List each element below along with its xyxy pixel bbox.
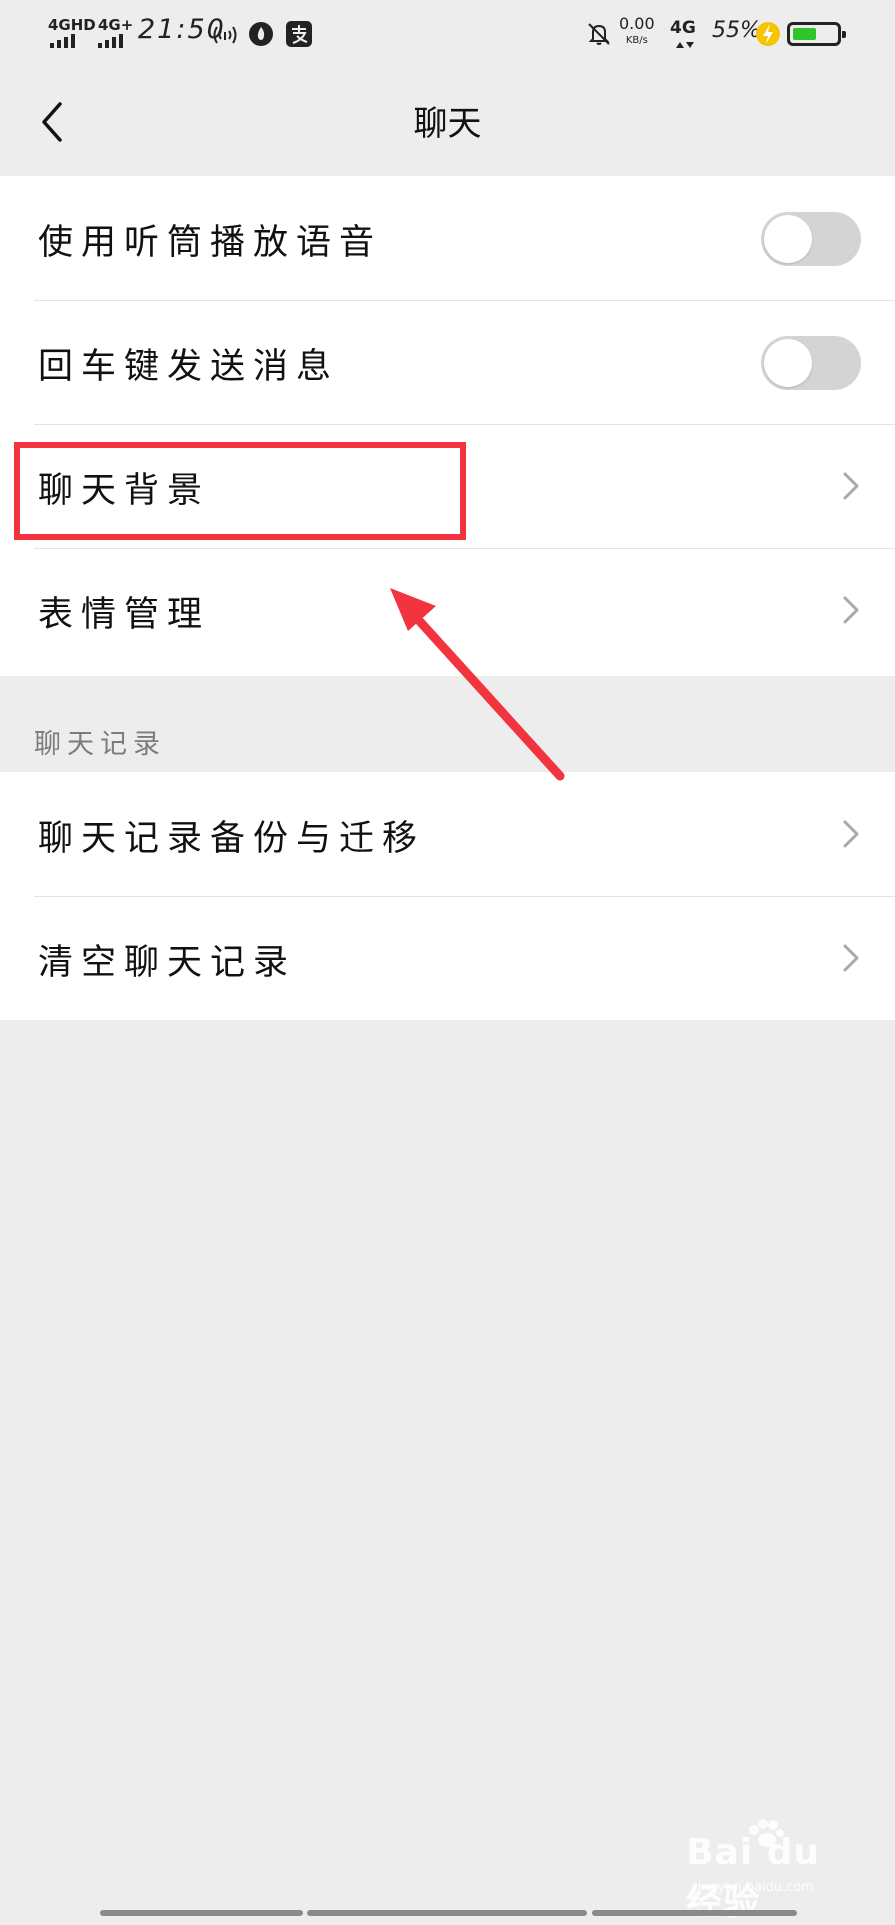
chevron-right-icon — [843, 944, 859, 972]
setting-row-chat-background[interactable]: 聊天背景 — [0, 424, 895, 548]
settings-group: 使用听筒播放语音 回车键发送消息 聊天背景 表情管理 — [0, 176, 895, 676]
page-title: 聊天 — [413, 104, 482, 144]
chevron-right-icon — [843, 596, 859, 624]
hotspot-icon — [210, 22, 240, 48]
mute-bell-icon — [585, 20, 613, 48]
setting-row-clear-history[interactable]: 清空聊天记录 — [0, 896, 895, 1020]
net-speed-value: 0.00 — [619, 14, 655, 33]
net-speed: 0.00 KB/s — [619, 16, 655, 46]
earpiece-toggle[interactable] — [761, 212, 861, 266]
signal-icon — [98, 34, 123, 48]
settings-group: 聊天记录备份与迁移 清空聊天记录 — [0, 772, 895, 1020]
setting-label: 表情管理 — [38, 595, 211, 635]
battery-level — [793, 28, 816, 40]
watermark: Bai du 经验 jingyan.baidu.com — [686, 1818, 866, 1923]
network-type-2: 4G+ — [98, 16, 134, 34]
watermark-sub: jingyan.baidu.com — [694, 1880, 814, 1895]
setting-row-enter-send[interactable]: 回车键发送消息 — [0, 300, 895, 424]
alipay-icon — [285, 20, 313, 48]
status-bar: 4GHD 4G+ 21:50 0.00 KB/s 4G 55% — [0, 0, 895, 70]
charging-icon — [755, 20, 781, 48]
network-type-3: 4G — [670, 18, 696, 38]
enter-send-toggle[interactable] — [761, 336, 861, 390]
setting-row-sticker-management[interactable]: 表情管理 — [0, 548, 895, 672]
fire-icon — [248, 21, 274, 47]
nav-gesture-bar — [307, 1910, 587, 1916]
signal-icon — [50, 34, 75, 48]
toggle-knob — [764, 339, 812, 387]
setting-label: 使用听筒播放语音 — [38, 223, 383, 263]
section-header: 聊天记录 — [34, 729, 166, 760]
setting-label: 清空聊天记录 — [38, 943, 297, 983]
nav-bar: 聊天 — [0, 70, 895, 176]
chevron-right-icon — [843, 472, 859, 500]
setting-row-earpiece[interactable]: 使用听筒播放语音 — [0, 176, 895, 300]
nav-gesture-bar — [592, 1910, 797, 1916]
network-type-1: 4GHD — [48, 16, 96, 34]
toggle-knob — [764, 215, 812, 263]
setting-label: 聊天背景 — [38, 471, 211, 511]
setting-label: 回车键发送消息 — [38, 347, 340, 387]
chevron-right-icon — [843, 820, 859, 848]
setting-row-backup-migrate[interactable]: 聊天记录备份与迁移 — [0, 772, 895, 896]
battery-percent: 55% — [712, 18, 761, 43]
setting-label: 聊天记录备份与迁移 — [38, 819, 426, 859]
data-arrows-icon — [673, 40, 697, 50]
nav-gesture-bar — [100, 1910, 303, 1916]
net-speed-unit: KB/s — [625, 35, 648, 46]
battery-icon — [787, 22, 846, 46]
